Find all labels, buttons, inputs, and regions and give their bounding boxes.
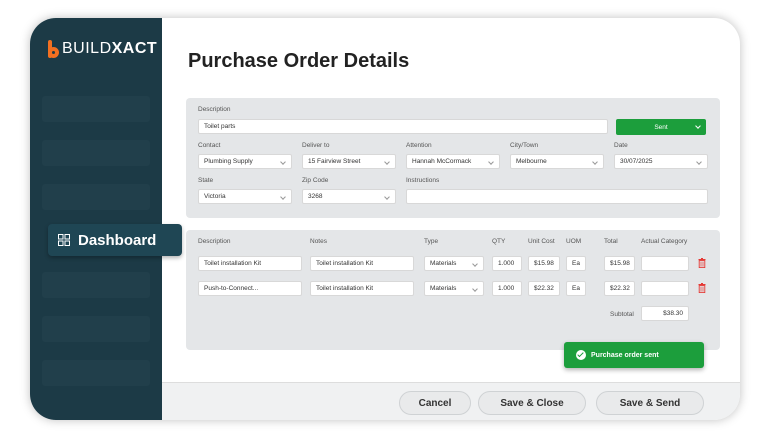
sidebar-item-placeholder[interactable] <box>42 184 150 210</box>
sidebar-item-placeholder[interactable] <box>42 272 150 298</box>
check-circle-icon <box>576 350 586 360</box>
trash-icon[interactable] <box>698 258 706 268</box>
chevron-down-icon <box>384 159 390 165</box>
page-title: Purchase Order Details <box>188 50 410 72</box>
instructions-label: Instructions <box>406 177 440 184</box>
column-header-notes: Notes <box>310 238 327 245</box>
item-notes-field[interactable]: Toilet installation Kit <box>310 281 414 296</box>
grid-icon <box>58 234 70 246</box>
cancel-button[interactable]: Cancel <box>399 391 471 415</box>
item-category-field[interactable] <box>641 281 689 296</box>
item-total-field: $15.98 <box>604 256 635 271</box>
column-header-qty: QTY <box>492 238 506 245</box>
toast-message: Purchase order sent <box>591 351 659 359</box>
chevron-down-icon <box>696 159 702 165</box>
item-qty-field[interactable]: 1.000 <box>492 281 522 296</box>
sidebar: BUILD XACT <box>30 18 162 420</box>
attention-select[interactable]: Hannah McCormack <box>406 154 500 169</box>
chevron-down-icon <box>280 159 286 165</box>
chevron-down-icon <box>384 194 390 200</box>
city-label: City/Town <box>510 142 539 149</box>
trash-icon[interactable] <box>698 283 706 293</box>
column-header-uom: UOM <box>566 238 582 245</box>
success-toast: Purchase order sent <box>564 342 704 368</box>
contact-select[interactable]: Plumbing Supply <box>198 154 292 169</box>
state-label: State <box>198 177 214 184</box>
chevron-down-icon <box>488 159 494 165</box>
order-details-card: Description Toilet parts Sent Contact Pl… <box>186 98 720 218</box>
sidebar-item-placeholder[interactable] <box>42 316 150 342</box>
item-description-field[interactable]: Push-to-Connect... <box>198 281 302 296</box>
description-field[interactable]: Toilet parts <box>198 119 608 134</box>
item-type-select[interactable]: Materials <box>424 281 484 296</box>
item-uom-field[interactable]: Ea <box>566 256 586 271</box>
item-category-field[interactable] <box>641 256 689 271</box>
description-label: Description <box>198 106 231 113</box>
app-window: BUILD XACT Dashboard Purchase Order Detai… <box>30 18 740 420</box>
sidebar-item-placeholder[interactable] <box>42 140 150 166</box>
attention-label: Attention <box>406 142 432 149</box>
column-header-type: Type <box>424 238 439 245</box>
subtotal-value: $38.30 <box>641 306 689 321</box>
sidebar-item-dashboard[interactable]: Dashboard <box>48 224 182 256</box>
chevron-down-icon <box>472 286 478 292</box>
chevron-down-icon <box>592 159 598 165</box>
item-notes-field[interactable]: Toilet installation Kit <box>310 256 414 271</box>
column-header-unit-cost: Unit Cost <box>528 238 555 245</box>
sidebar-item-placeholder[interactable] <box>42 96 150 122</box>
item-type-select[interactable]: Materials <box>424 256 484 271</box>
item-description-field[interactable]: Toilet installation Kit <box>198 256 302 271</box>
instructions-field[interactable] <box>406 189 708 204</box>
deliver-to-select[interactable]: 15 Fairview Street <box>302 154 396 169</box>
chevron-down-icon <box>472 261 478 267</box>
status-dropdown[interactable]: Sent <box>616 119 706 135</box>
sidebar-item-label: Dashboard <box>78 231 157 249</box>
column-header-description: Description <box>198 238 231 245</box>
item-unit-cost-field[interactable]: $15.98 <box>528 256 560 271</box>
date-picker[interactable]: 30/07/2025 <box>614 154 708 169</box>
item-unit-cost-field[interactable]: $22.32 <box>528 281 560 296</box>
deliver-to-label: Deliver to <box>302 142 330 149</box>
brand-logo: BUILD XACT <box>48 40 157 58</box>
city-select[interactable]: Melbourne <box>510 154 604 169</box>
subtotal-label: Subtotal <box>610 311 634 318</box>
line-items-card: Description Notes Type QTY Unit Cost UOM… <box>186 230 720 350</box>
item-uom-field[interactable]: Ea <box>566 281 586 296</box>
column-header-total: Total <box>604 238 618 245</box>
sidebar-item-placeholder[interactable] <box>42 360 150 386</box>
column-header-actual-category: Actual Category <box>641 238 688 245</box>
item-qty-field[interactable]: 1.000 <box>492 256 522 271</box>
save-send-button[interactable]: Save & Send <box>596 391 704 415</box>
zip-select[interactable]: 3268 <box>302 189 396 204</box>
save-close-button[interactable]: Save & Close <box>478 391 586 415</box>
footer-action-bar: Cancel Save & Close Save & Send <box>162 382 740 420</box>
zip-label: Zip Code <box>302 177 329 184</box>
logo-icon <box>48 40 59 58</box>
item-total-field: $22.32 <box>604 281 635 296</box>
chevron-down-icon <box>280 194 286 200</box>
contact-label: Contact <box>198 142 221 149</box>
date-label: Date <box>614 142 628 149</box>
state-select[interactable]: Victoria <box>198 189 292 204</box>
chevron-down-icon <box>695 123 701 129</box>
